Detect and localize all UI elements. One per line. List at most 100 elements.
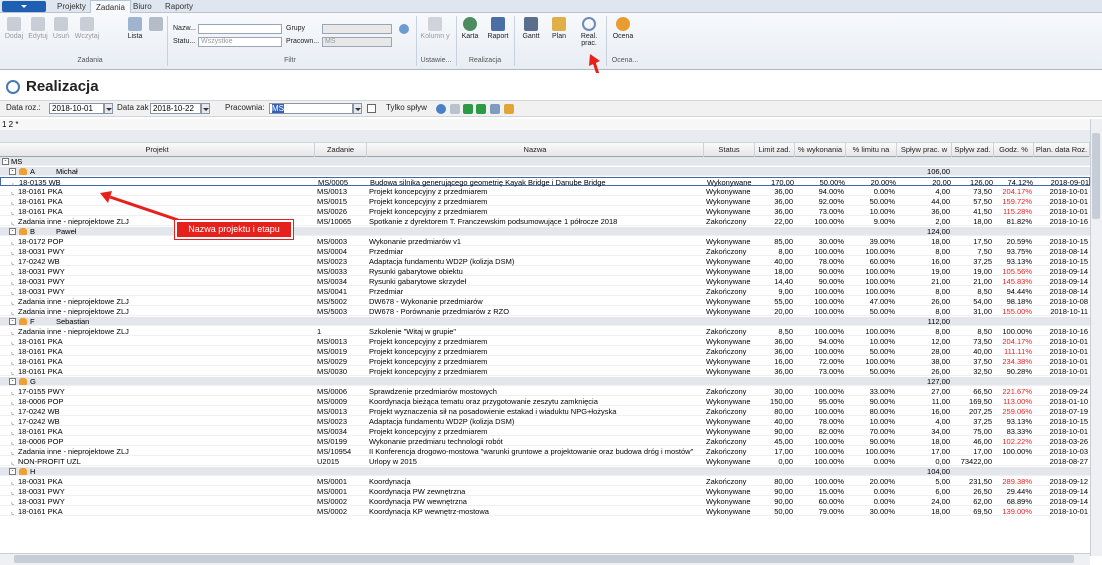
refresh-icon[interactable]: [436, 104, 446, 114]
tab-raporty[interactable]: Raporty: [160, 0, 198, 13]
table-row[interactable]: ⌞ Zadania inne - nieprojektowe ZLJ 1 Szkole…: [0, 327, 1090, 336]
col-limitu-na[interactable]: % limitu na: [846, 143, 897, 157]
splyw-prac-cell: 19,00: [931, 267, 950, 276]
tab-projekty[interactable]: Projekty: [52, 0, 91, 13]
vertical-scroll-thumb[interactable]: [1092, 133, 1100, 219]
tylko-splyw-checkbox[interactable]: [367, 104, 376, 113]
pracownik-select[interactable]: MS: [322, 37, 392, 47]
splyw-zad-cell: 31,00: [973, 307, 992, 316]
tree-line: ⌞: [11, 357, 15, 366]
real-prac-button[interactable]: Real. prac.: [576, 17, 602, 47]
lista-button[interactable]: Lista: [124, 17, 146, 40]
excel-export-icon[interactable]: [476, 104, 486, 114]
pager[interactable]: 1 2 *: [0, 119, 1090, 130]
nazwa-input[interactable]: [198, 24, 282, 34]
splyw-prac-cell: 26,00: [931, 297, 950, 306]
karta-button[interactable]: Karta: [458, 17, 482, 40]
user-icon: [19, 378, 27, 385]
group-row-user[interactable]: - G 127,00: [0, 377, 1090, 386]
projekt-cell: 18-0161 PKA: [18, 357, 63, 366]
gantt-button[interactable]: Gantt: [519, 17, 543, 40]
data-roz-dropdown-button[interactable]: [104, 103, 113, 114]
table-row[interactable]: ⌞ 18-0006 POP MS/0009 Koordynacja bieżąca t…: [0, 397, 1090, 406]
columns-icon[interactable]: [490, 104, 500, 114]
col-splyw-prac[interactable]: Spływ prac. w: [897, 143, 952, 157]
tab-biuro[interactable]: Biuro: [128, 0, 157, 13]
col-limit-zad[interactable]: Limit zad.: [755, 143, 795, 157]
table-row[interactable]: ⌞ 17-0242 WB MS/0023 Adaptacja fundamentu W…: [0, 417, 1090, 426]
horizontal-scroll-thumb[interactable]: [14, 555, 1074, 563]
table-row[interactable]: ⌞ Zadania inne - nieprojektowe ZLJ MS/5002…: [0, 297, 1090, 306]
table-row[interactable]: ⌞ 18-0161 PKA MS/0013 Projekt koncepcyjny z…: [0, 337, 1090, 346]
table-row[interactable]: ⌞ 18-0031 PWY MS/0041 Przedmiar Zakończony 9,…: [0, 287, 1090, 296]
group-row-user[interactable]: - F Sebastian 112,00: [0, 317, 1090, 326]
table-row[interactable]: ⌞ 18-0161 PKA MS/0029 Projekt koncepcyjny z…: [0, 357, 1090, 366]
tab-zadania[interactable]: Zadania: [90, 0, 131, 14]
ocena-button[interactable]: Ocena: [610, 17, 636, 40]
status-select[interactable]: Wszystkie: [198, 37, 282, 47]
table-row[interactable]: ⌞ 18-0161 PKA MS/0030 Projekt koncepcyjny z…: [0, 367, 1090, 376]
refresh-button[interactable]: [396, 24, 412, 36]
collapse-toggle[interactable]: -: [9, 468, 16, 475]
col-splyw-zad[interactable]: Spływ zad.: [952, 143, 994, 157]
table-row[interactable]: ⌞ 18-0031 PWY MS/0034 Rysunki gabarytowe sk…: [0, 277, 1090, 286]
col-status[interactable]: Status: [704, 143, 755, 157]
col-wykonania[interactable]: % wykonania: [795, 143, 846, 157]
table-row[interactable]: ⌞ Zadania inne - nieprojektowe ZLJ MS/1095…: [0, 447, 1090, 456]
kolumny-button[interactable]: Kolumn y: [420, 17, 450, 40]
raport-button[interactable]: Raport: [485, 17, 511, 40]
table-row[interactable]: ⌞ 17-0155 PWY MS/0006 Sprawdzenie przedmiar…: [0, 387, 1090, 396]
col-nazwa[interactable]: Nazwa: [367, 143, 704, 157]
collapse-toggle[interactable]: -: [2, 158, 9, 165]
table-row[interactable]: ⌞ 18-0031 PWY MS/0001 Koordynacja PW zewnęt…: [0, 487, 1090, 496]
collapse-toggle[interactable]: -: [9, 168, 16, 175]
print-button[interactable]: [148, 17, 164, 33]
data-roz-input[interactable]: 2018-10-01: [49, 103, 104, 114]
table-row[interactable]: ⌞ 18-0172 POP MS/0003 Wykonanie przedmiarów…: [0, 237, 1090, 246]
highlight-icon[interactable]: [504, 104, 514, 114]
data-zak-input[interactable]: 2018-10-22: [150, 103, 201, 114]
table-row[interactable]: ⌞ 17-0242 WB MS/0023 Adaptacja fundamentu W…: [0, 257, 1090, 266]
group-row-user[interactable]: - B Paweł 124,00: [0, 227, 1090, 236]
group-row-user[interactable]: - H 104,00: [0, 467, 1090, 476]
collapse-toggle[interactable]: -: [9, 378, 16, 385]
group-row-pracownia[interactable]: - MS: [0, 157, 1090, 166]
table-row[interactable]: ⌞ 18-0161 PKA MS/0002 Koordynacja KP wewnęt…: [0, 507, 1090, 516]
filter-icon[interactable]: [450, 104, 460, 114]
user-name: Michał: [56, 167, 78, 176]
collapse-toggle[interactable]: -: [9, 318, 16, 325]
table-row[interactable]: ⌞ 17-0242 WB MS/0013 Projekt wyznaczenia si…: [0, 407, 1090, 416]
zadanie-cell: MS/0034: [317, 427, 348, 436]
data-zak-dropdown-button[interactable]: [201, 103, 210, 114]
grupy-select[interactable]: [322, 24, 392, 34]
plan-button[interactable]: Plan: [548, 17, 570, 40]
dodaj-button[interactable]: Dodaj: [3, 17, 25, 40]
collapse-toggle[interactable]: -: [9, 228, 16, 235]
table-row[interactable]: ⌞ 18-0161 PKA MS/0019 Projekt koncepcyjny z…: [0, 347, 1090, 356]
pracownia-dropdown-button[interactable]: [353, 103, 362, 114]
col-godz[interactable]: Godz. %: [994, 143, 1034, 157]
pracownia-select[interactable]: MS: [269, 103, 353, 114]
usun-button[interactable]: Usuń: [50, 17, 72, 40]
edytuj-button[interactable]: Edytuj: [27, 17, 49, 40]
group-row-user[interactable]: - A Michał 106,00: [0, 167, 1090, 176]
table-row[interactable]: ⌞ 18-0031 PWY MS/0033 Rysunki gabarytowe ob…: [0, 267, 1090, 276]
col-plan-data[interactable]: Plan. data Roz.: [1034, 143, 1090, 157]
table-row[interactable]: ⌞ Zadania inne - nieprojektowe ZLJ MS/5003…: [0, 307, 1090, 316]
table-row[interactable]: ⌞ NON-PROFIT UZL U2015 Urlopy w 2015 Wykonyw…: [0, 457, 1090, 466]
plan-data-cell: 2018-10-11: [1050, 307, 1088, 316]
projekt-cell: Zadania inne - nieprojektowe ZLJ: [18, 327, 129, 336]
table-row[interactable]: ⌞ 18-0031 PWY MS/0004 Przedmiar Zakończony 8,…: [0, 247, 1090, 256]
col-projekt[interactable]: Projekt: [0, 143, 315, 157]
tree-line: ⌞: [11, 207, 15, 216]
table-row[interactable]: ⌞ 18-0031 PWY MS/0002 Koordynacja PW wewnęt…: [0, 497, 1090, 506]
excel-icon[interactable]: [463, 104, 473, 114]
table-row[interactable]: ⌞ 18-0006 POP MS/0199 Wykonanie przedmiaru …: [0, 437, 1090, 446]
wczytaj-button[interactable]: Wczytaj: [73, 17, 101, 40]
table-row[interactable]: ⌞ 18-0135 WB MS/0005 Budowa silnika generuj…: [0, 177, 1090, 187]
app-menu-button[interactable]: [2, 1, 46, 12]
col-zadanie[interactable]: Zadanie: [315, 143, 367, 157]
table-row[interactable]: ⌞ 18-0031 PKA MS/0001 Koordynacja Zakończony…: [0, 477, 1090, 486]
limit-zad-cell: 18,00: [774, 267, 793, 276]
table-row[interactable]: ⌞ 18-0161 PKA MS/0034 Projekt koncepcyjny z…: [0, 427, 1090, 436]
